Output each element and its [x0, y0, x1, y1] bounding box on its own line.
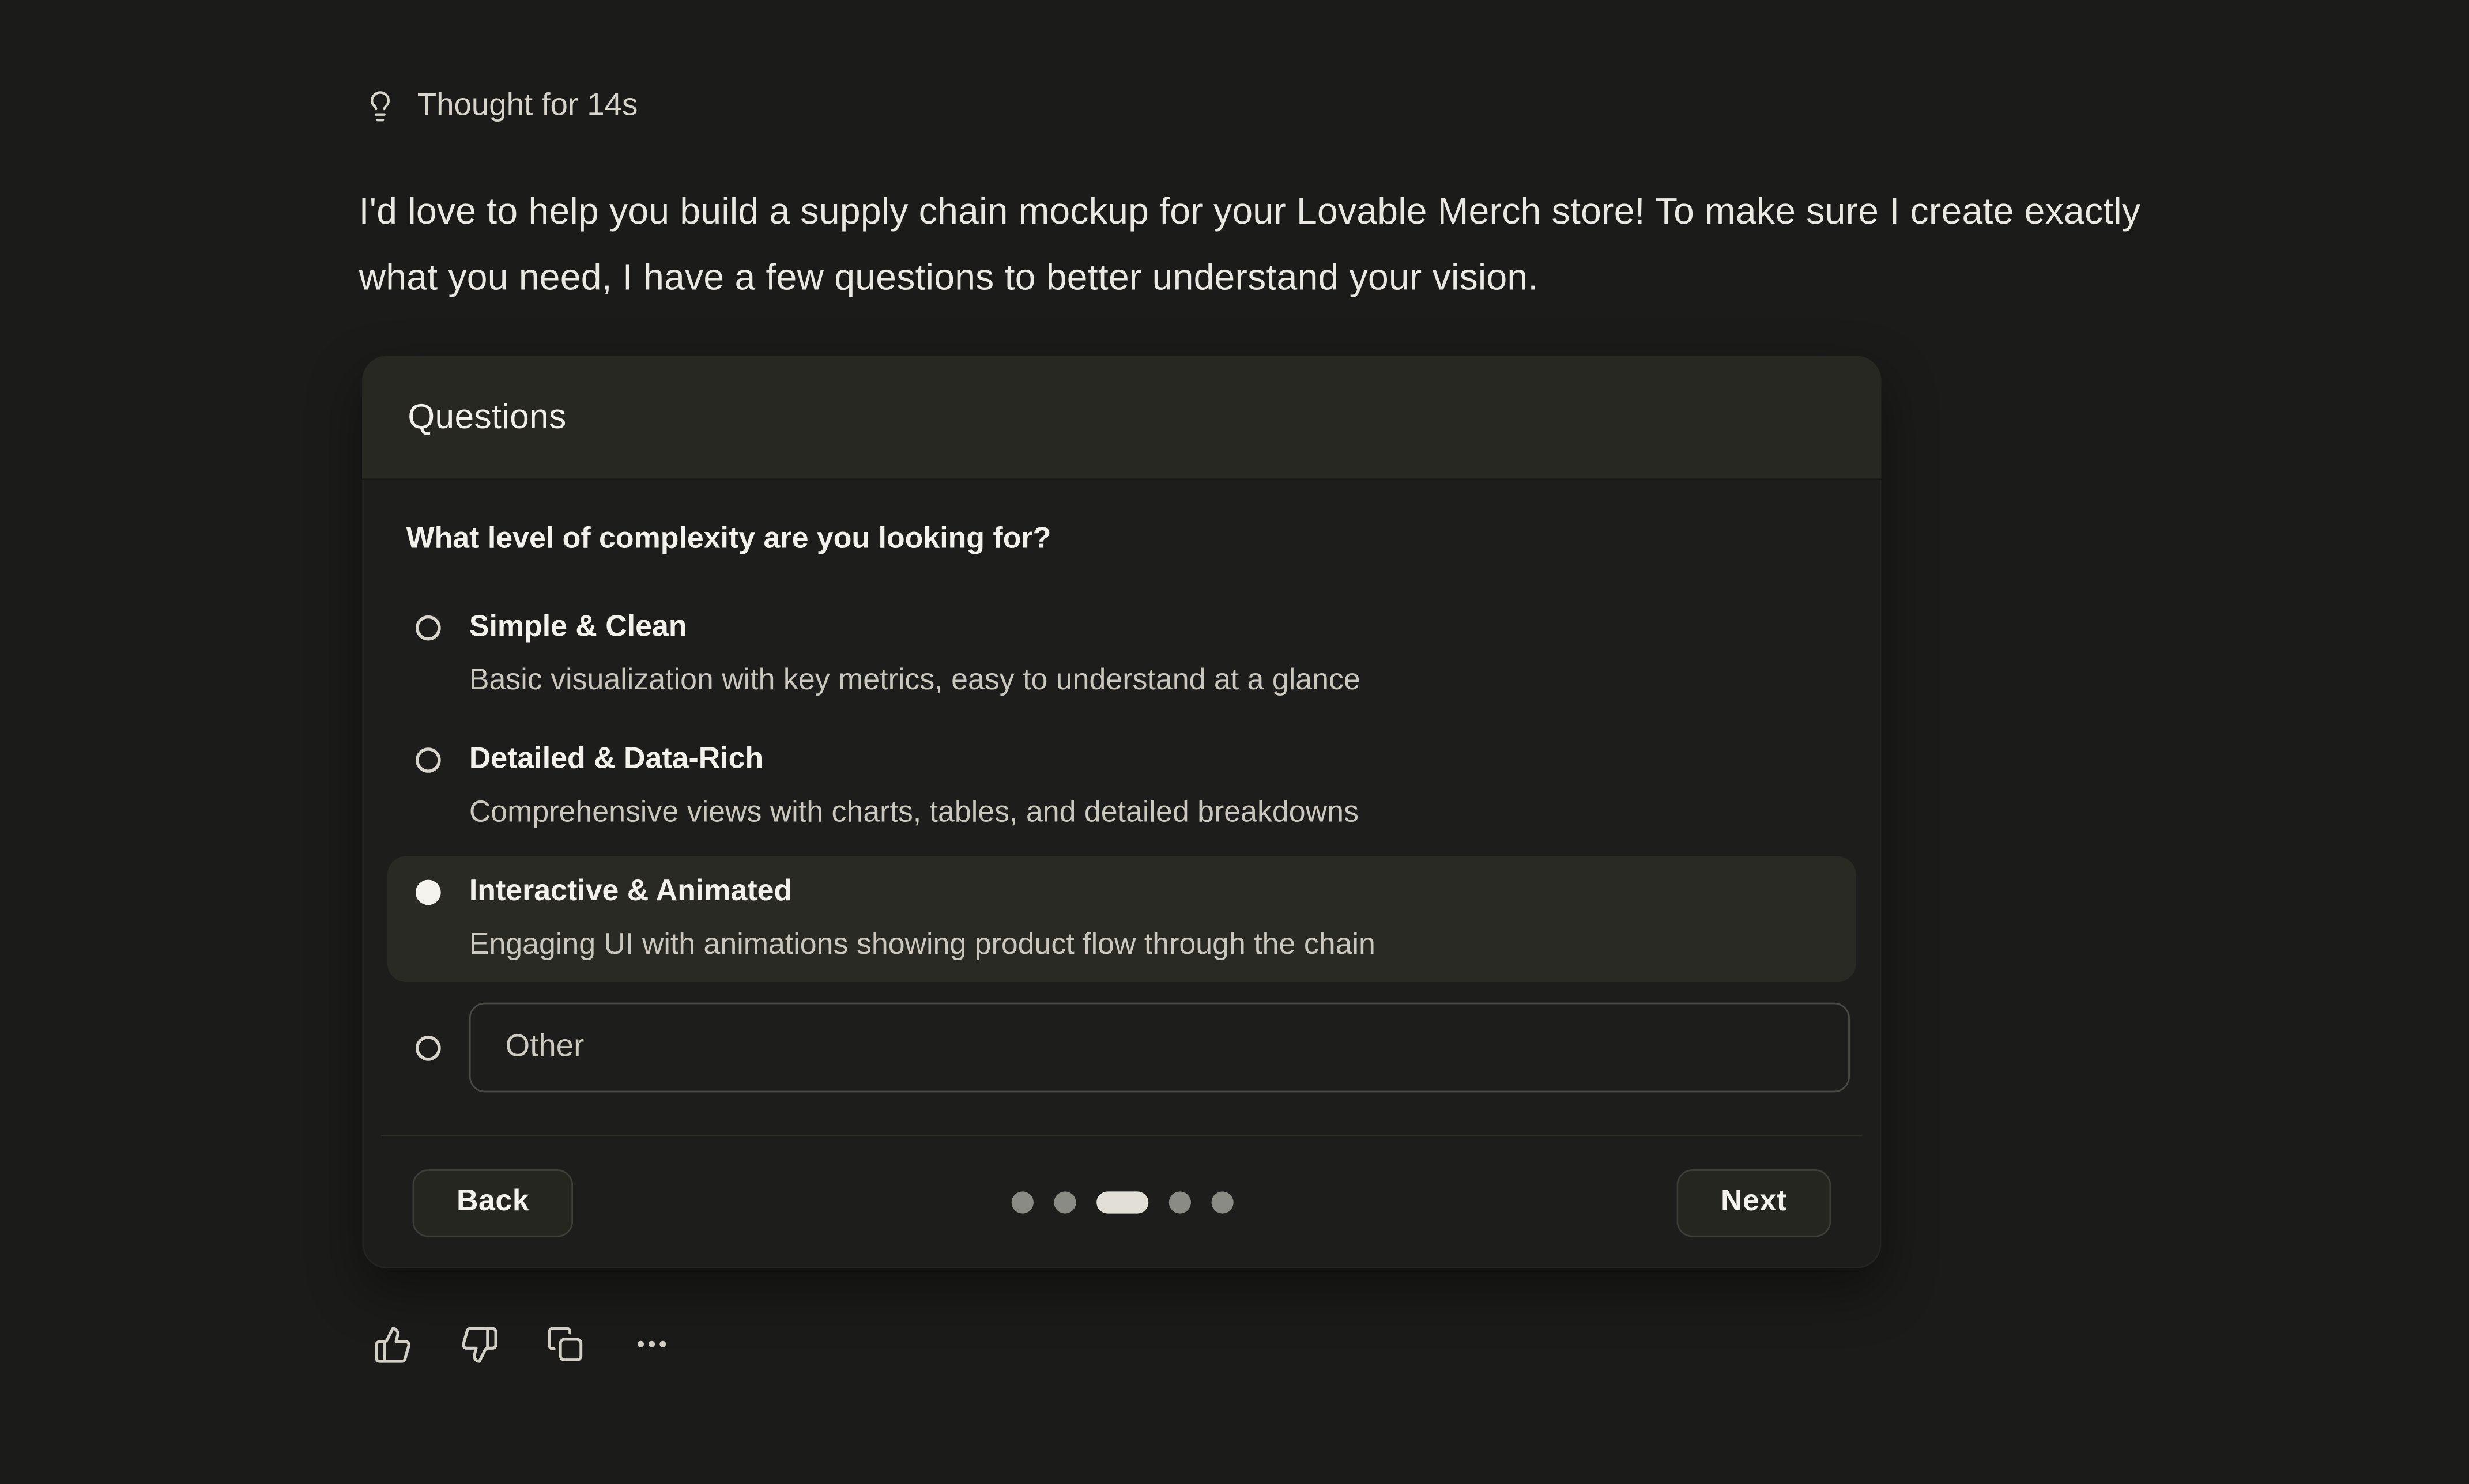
thumbs-down-button[interactable] [458, 1324, 499, 1365]
radio-column [406, 1035, 469, 1060]
option-description: Comprehensive views with charts, tables,… [469, 793, 1837, 834]
message-actions [372, 1324, 673, 1365]
questions-card: Questions What level of complexity are y… [362, 356, 1881, 1268]
more-options-button[interactable] [631, 1324, 672, 1365]
radio-column [406, 872, 469, 905]
card-footer: Back Next [381, 1136, 1863, 1268]
radio-icon[interactable] [416, 880, 441, 905]
thumbs-down-icon [459, 1324, 498, 1364]
pagination-dots [1011, 1191, 1232, 1213]
radio-icon[interactable] [416, 615, 441, 641]
option-simple-clean[interactable]: Simple & Clean Basic visualization with … [387, 592, 1856, 718]
options-list: Simple & Clean Basic visualization with … [387, 592, 1856, 1092]
back-button[interactable]: Back [413, 1169, 574, 1236]
question-text: What level of complexity are you looking… [406, 519, 1837, 560]
pagination-dot[interactable] [1053, 1191, 1075, 1213]
card-title: Questions [408, 397, 566, 437]
copy-button[interactable] [545, 1324, 586, 1365]
questions-card-body: What level of complexity are you looking… [362, 519, 1881, 1268]
pagination-dot-active[interactable] [1096, 1191, 1148, 1213]
option-detailed-data-rich[interactable]: Detailed & Data-Rich Comprehensive views… [387, 724, 1856, 849]
option-description: Basic visualization with key metrics, ea… [469, 661, 1837, 702]
other-option-input[interactable] [469, 1003, 1850, 1093]
option-description: Engaging UI with animations showing prod… [469, 926, 1837, 966]
radio-column [406, 607, 469, 640]
thought-toggle[interactable]: Thought for 14s [364, 84, 638, 127]
option-label: Interactive & Animated [469, 872, 1837, 913]
copy-icon [546, 1326, 585, 1364]
option-label: Simple & Clean [469, 607, 1837, 648]
assistant-message: I'd love to help you build a supply chai… [359, 178, 2201, 310]
radio-icon[interactable] [416, 747, 441, 773]
radio-column [406, 740, 469, 773]
thought-label: Thought for 14s [417, 84, 638, 127]
thumbs-up-icon [372, 1324, 412, 1364]
thumbs-up-button[interactable] [372, 1324, 413, 1365]
pagination-dot[interactable] [1011, 1191, 1032, 1213]
pagination-dot[interactable] [1211, 1191, 1232, 1213]
option-interactive-animated[interactable]: Interactive & Animated Engaging UI with … [387, 856, 1856, 982]
lightbulb-icon [364, 89, 397, 122]
questions-card-header: Questions [362, 356, 1881, 480]
pagination-dot[interactable] [1168, 1191, 1190, 1213]
ellipsis-icon [633, 1326, 671, 1364]
option-label: Detailed & Data-Rich [469, 740, 1837, 781]
chat-view: Thought for 14s I'd love to help you bui… [0, 0, 2468, 1484]
option-other [387, 988, 1856, 1092]
next-button[interactable]: Next [1677, 1169, 1831, 1236]
radio-icon[interactable] [416, 1035, 441, 1060]
